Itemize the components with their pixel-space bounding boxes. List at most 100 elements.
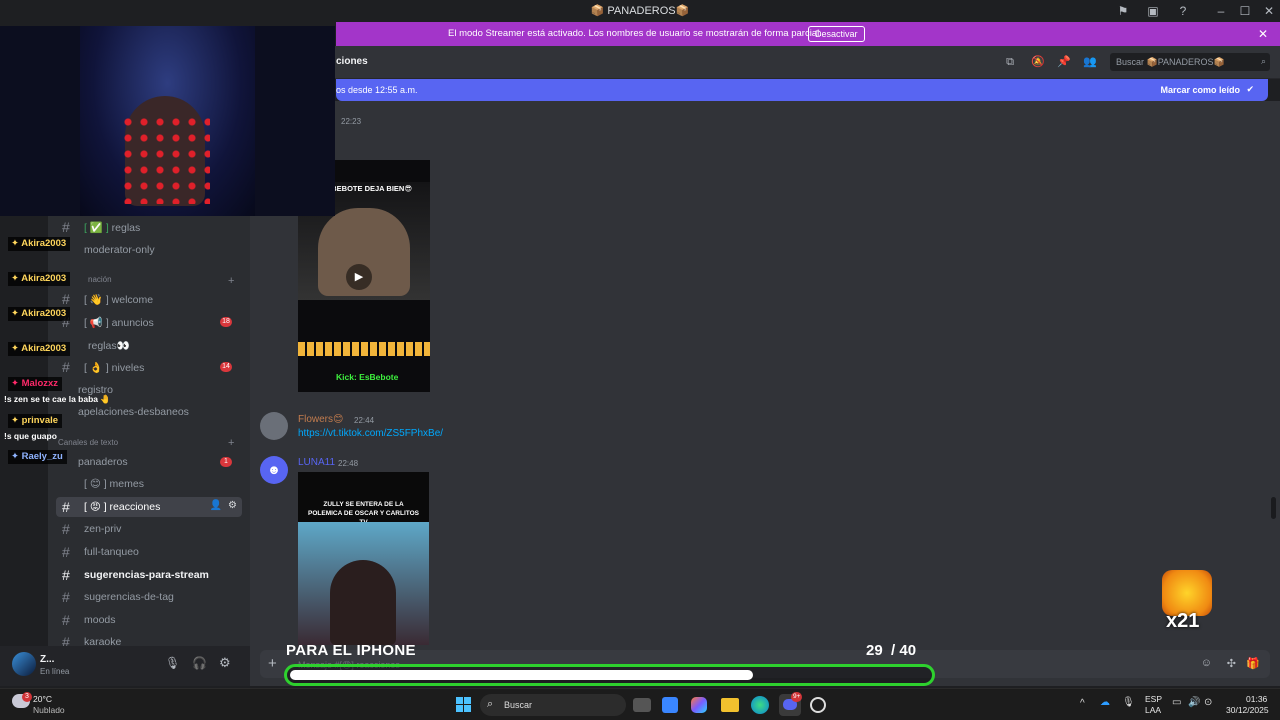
gear-icon[interactable]: ⚙ xyxy=(228,500,237,511)
help-icon[interactable]: ? xyxy=(1175,3,1191,19)
title-bar: 📦 PANADEROS📦 ⚑ ▣ ? – ☐ ✕ xyxy=(0,0,1280,22)
discord-avatar-icon[interactable]: ☻ xyxy=(260,456,288,484)
channel-label: sugerencias-de-tag xyxy=(84,591,174,603)
scrollbar-thumb[interactable] xyxy=(1271,497,1276,519)
user-status: En línea xyxy=(40,667,70,676)
channel-label: [ 😡 ] reacciones xyxy=(84,501,161,513)
message-author[interactable]: Flowers😊 xyxy=(298,414,343,425)
chat-message: !s que guapo xyxy=(4,431,57,441)
chevron-up-icon[interactable]: ^ xyxy=(1080,698,1085,709)
channel-full-tanqueo[interactable]: # full-tanqueo xyxy=(56,542,242,562)
chat-username: ✦ Malozxz xyxy=(8,377,63,391)
battery-icon[interactable]: ⊙ xyxy=(1204,697,1212,708)
user-settings-icon[interactable]: ⚙ xyxy=(219,655,231,671)
avatar[interactable] xyxy=(12,652,36,676)
inbox-icon[interactable]: ▣ xyxy=(1145,3,1161,19)
add-channel-icon[interactable]: + xyxy=(228,275,234,287)
search-icon: ⌕ xyxy=(487,698,494,710)
person-figure xyxy=(330,560,396,645)
mark-read-icon: ✔ xyxy=(1246,84,1254,94)
edge-icon[interactable] xyxy=(751,696,769,714)
channel-label: karaoke xyxy=(84,636,122,646)
combo-count: x21 xyxy=(1166,610,1200,632)
windows-taskbar: 3 20°C Nublado ⌕ Buscar 9+ ^ ☁ 🎙 ESP LAA… xyxy=(0,688,1280,720)
invite-icon[interactable]: 👤 xyxy=(210,500,222,511)
mention-badge: 1 xyxy=(220,457,232,467)
message-link[interactable]: https://vt.tiktok.com/ZS5FPhxBe/ xyxy=(298,428,443,439)
channel-zen-priv[interactable]: # zen-priv xyxy=(56,519,242,539)
gift-icon[interactable]: 🎁 xyxy=(1246,657,1260,670)
search-input[interactable]: Buscar 📦PANADEROS📦 ⌕ xyxy=(1110,53,1270,71)
taskbar-search[interactable]: ⌕ Buscar xyxy=(480,694,626,716)
message-time: 22:23 xyxy=(341,117,362,126)
chat-username: ✦ Raely_zu xyxy=(8,450,67,464)
tiktok-embed-image[interactable]: ZULLY SE ENTERA DE LA POLEMICA DE OSCAR … xyxy=(298,472,429,645)
goal-progress-bar xyxy=(284,664,935,686)
member-list-icon[interactable]: 👥 xyxy=(1083,55,1097,69)
pin-icon[interactable]: 📌 xyxy=(1057,55,1071,69)
add-attachment-icon[interactable]: + xyxy=(268,655,277,672)
close-window-icon[interactable]: ✕ xyxy=(1261,3,1277,19)
channel-karaoke[interactable]: # karaoke xyxy=(56,632,242,646)
clock-date[interactable]: 30/12/2025 xyxy=(1226,705,1269,715)
webcam-overlay xyxy=(0,26,335,216)
clock-time[interactable]: 01:36 xyxy=(1246,694,1267,704)
message-author[interactable]: LUNA11 xyxy=(298,457,335,468)
mention-badge: 14 xyxy=(220,362,232,372)
add-channel-icon[interactable]: + xyxy=(228,437,234,449)
emoji-icon[interactable]: ☺ xyxy=(1201,657,1212,669)
mic-tray-icon[interactable]: 🎙 xyxy=(1122,697,1135,708)
streamer-mode-banner: El modo Streamer está activado. Los nomb… xyxy=(336,22,1280,46)
minimize-icon[interactable]: – xyxy=(1213,3,1229,19)
search-icon: ⌕ xyxy=(1260,56,1266,66)
steam-icon[interactable] xyxy=(810,697,826,713)
audio-bars xyxy=(298,330,430,356)
task-view-icon[interactable] xyxy=(633,698,651,712)
headphones-icon[interactable]: 🎧 xyxy=(192,656,207,670)
hash-icon: # xyxy=(62,521,70,537)
deactivate-streamer-button[interactable]: Desactivar xyxy=(808,26,865,42)
channel-label: full-tanqueo xyxy=(84,546,139,558)
apps-icon[interactable]: ✣ xyxy=(1227,657,1236,670)
windows-start-icon[interactable] xyxy=(454,695,474,715)
network-icon[interactable]: ▭ xyxy=(1172,697,1181,708)
chat-username: ✦ Akira2003 xyxy=(8,342,71,356)
maximize-icon[interactable]: ☐ xyxy=(1237,3,1253,19)
chat-username: ✦ prinvale xyxy=(8,414,63,428)
channel-sugerencias-para-stream[interactable]: # sugerencias-para-stream xyxy=(56,565,242,585)
copilot-icon[interactable] xyxy=(691,697,707,713)
threads-icon[interactable]: ⧉ xyxy=(1003,55,1017,69)
goal-count: 29 / 40 xyxy=(866,642,917,659)
message-time: 22:44 xyxy=(354,416,375,425)
new-messages-bar[interactable]: os desde 12:55 a.m. Marcar como leído ✔ xyxy=(336,79,1268,101)
store-icon[interactable] xyxy=(662,697,678,713)
goal-title: PARA EL IPHONE xyxy=(286,642,416,659)
channel-moods[interactable]: # moods xyxy=(56,610,242,630)
file-explorer-icon[interactable] xyxy=(721,698,739,712)
hash-icon: # xyxy=(62,544,70,560)
language-code[interactable]: ESP xyxy=(1145,694,1162,704)
chat-username: ✦ Akira2003 xyxy=(8,307,71,321)
channel-name: ciones xyxy=(336,56,368,67)
weather-temp: 20°C xyxy=(33,694,52,704)
chat-username: ✦ Akira2003 xyxy=(8,272,71,286)
play-icon[interactable]: ▶ xyxy=(346,264,372,290)
weather-desc: Nublado xyxy=(33,705,65,715)
hash-icon: # xyxy=(62,499,70,515)
channel-reacciones[interactable]: # [ 😡 ] reacciones 👤 ⚙ xyxy=(56,497,242,517)
close-banner-icon[interactable]: ✕ xyxy=(1258,27,1268,41)
avatar[interactable] xyxy=(260,412,288,440)
kick-text: Kick: EsBebote xyxy=(336,372,399,382)
microphone-icon[interactable]: 🎙 xyxy=(165,656,180,670)
mention-badge: 18 xyxy=(220,317,232,327)
notifications-icon[interactable]: 🔕 xyxy=(1031,55,1045,69)
new-messages-text: os desde 12:55 a.m. xyxy=(336,85,418,95)
combo-emblem: x21 xyxy=(1160,568,1214,634)
webcam-filter xyxy=(120,114,210,204)
volume-icon[interactable]: 🔊 xyxy=(1188,697,1200,708)
mark-as-read-button[interactable]: Marcar como leído xyxy=(1160,85,1240,95)
keyboard-layout[interactable]: LAA xyxy=(1145,705,1161,715)
inbox-flag-icon[interactable]: ⚑ xyxy=(1115,3,1131,19)
onedrive-icon[interactable]: ☁ xyxy=(1100,697,1110,708)
channel-sugerencias-de-tag[interactable]: # sugerencias-de-tag xyxy=(56,587,242,607)
